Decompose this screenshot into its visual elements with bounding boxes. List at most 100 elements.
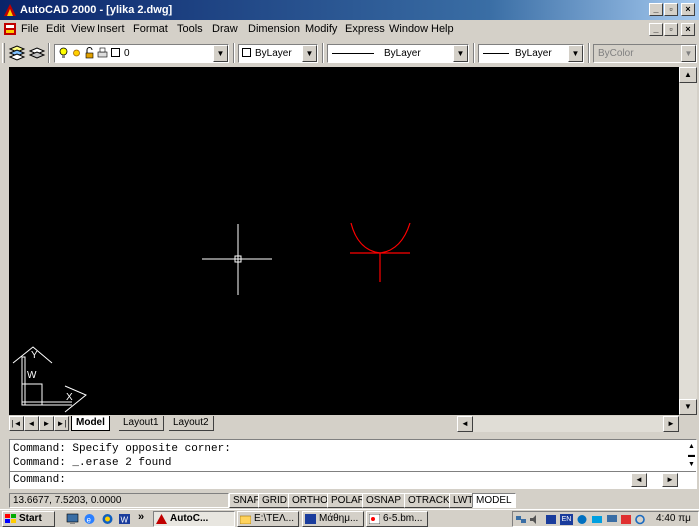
windows-logo-icon <box>5 514 16 523</box>
document-icon[interactable] <box>3 22 17 36</box>
messenger-icon[interactable] <box>576 514 588 525</box>
lock-icon <box>85 47 94 59</box>
ortho-toggle[interactable]: ORTHO <box>288 493 332 508</box>
layer-control-dropdown[interactable]: 0 ▼ <box>54 44 229 63</box>
menu-express[interactable]: Express <box>345 23 385 35</box>
tray-app-icon[interactable] <box>591 514 603 525</box>
title-bar[interactable]: AutoCAD 2000 - [ylika 2.dwg] _ ▫ × <box>0 0 699 20</box>
osnap-toggle[interactable]: OSNAP <box>362 493 406 508</box>
internet-explorer-icon[interactable]: e <box>83 513 96 525</box>
layer-previous-icon[interactable] <box>28 43 46 61</box>
ucs-icon <box>12 346 87 413</box>
taskbar-task-word[interactable]: Μάθημ... <box>302 511 364 527</box>
menu-view[interactable]: View <box>71 23 95 35</box>
current-layer-name: 0 <box>124 48 130 59</box>
linetype-preview <box>332 53 374 54</box>
quicklaunch-chevron[interactable]: » <box>138 511 144 523</box>
linetype-dropdown-arrow[interactable]: ▼ <box>453 45 468 62</box>
linetype-value: ByLayer <box>384 48 421 59</box>
model-toggle[interactable]: MODEL <box>472 493 516 508</box>
window-title: AutoCAD 2000 - [ylika 2.dwg] <box>20 4 173 16</box>
task-label: E:\ΤΕΛ... <box>254 513 295 524</box>
plotstyle-control-dropdown[interactable]: ByColor ▼ <box>593 44 697 63</box>
scroll-down-button[interactable]: ▼ <box>679 399 697 415</box>
toolbar-separator <box>48 43 50 63</box>
cmd-scroll-left-button[interactable]: ◄ <box>631 473 647 487</box>
toolbar-grip[interactable] <box>2 43 5 63</box>
tray-sync-icon[interactable] <box>634 514 646 525</box>
ucs-y-label: Y <box>31 350 38 361</box>
drawing-svg <box>12 222 411 413</box>
tab-first-button[interactable]: |◄ <box>9 416 24 431</box>
folder-icon <box>240 515 251 524</box>
menu-format[interactable]: Format <box>133 23 168 35</box>
volume-icon[interactable] <box>529 514 541 525</box>
grid-toggle[interactable]: GRID <box>258 493 291 508</box>
linetype-control-dropdown[interactable]: ByLayer ▼ <box>327 44 469 63</box>
show-desktop-icon[interactable] <box>66 513 79 525</box>
layout-tabs-row: |◄ ◄ ► ►| Model Layout1 Layout2 ◄ ► <box>9 415 697 433</box>
antivirus-icon[interactable] <box>545 514 557 525</box>
doc-close-button[interactable]: × <box>681 23 695 36</box>
scroll-right-button[interactable]: ► <box>663 416 679 432</box>
plotstyle-dropdown-arrow[interactable]: ▼ <box>681 45 696 62</box>
layer-dropdown-arrow[interactable]: ▼ <box>213 45 228 62</box>
system-tray: EN 4:40 πμ <box>512 511 699 527</box>
language-indicator[interactable]: EN <box>560 514 573 525</box>
tab-last-button[interactable]: ►| <box>54 416 69 431</box>
restore-button[interactable]: ▫ <box>664 3 678 16</box>
menu-dimension[interactable]: Dimension <box>248 23 300 35</box>
autocad-task-icon <box>156 514 167 524</box>
minimize-button[interactable]: _ <box>649 3 663 16</box>
toolbar-separator <box>233 43 235 63</box>
menu-modify[interactable]: Modify <box>305 23 337 35</box>
start-label: Start <box>19 513 42 524</box>
lineweight-value: ByLayer <box>515 48 552 59</box>
lineweight-control-dropdown[interactable]: ByLayer ▼ <box>478 44 584 63</box>
command-divider <box>10 471 696 472</box>
taskbar-task-autocad[interactable]: AutoC... <box>153 511 235 527</box>
word-icon[interactable]: W <box>118 513 131 525</box>
lineweight-dropdown-arrow[interactable]: ▼ <box>568 45 583 62</box>
doc-restore-button[interactable]: ▫ <box>664 23 678 36</box>
taskbar-task-folder[interactable]: E:\ΤΕΛ... <box>237 511 299 527</box>
status-bar: 13.6677, 7.5203, 0.0000 SNAP GRID ORTHO … <box>0 492 699 509</box>
tab-layout1[interactable]: Layout1 <box>119 416 164 431</box>
scroll-left-button[interactable]: ◄ <box>457 416 473 432</box>
tab-model[interactable]: Model <box>71 416 110 431</box>
tray-shield-icon[interactable] <box>620 514 632 525</box>
menu-tools[interactable]: Tools <box>177 23 203 35</box>
tab-next-button[interactable]: ► <box>39 416 54 431</box>
menu-window[interactable]: Window <box>389 23 428 35</box>
lineweight-preview <box>483 53 509 54</box>
command-window[interactable]: Command: Specify opposite corner: Comman… <box>9 439 697 489</box>
command-prompt-input[interactable]: Command: <box>13 474 66 486</box>
drawing-canvas[interactable]: Y W X <box>9 67 679 415</box>
outlook-icon[interactable] <box>101 513 114 525</box>
menu-insert[interactable]: Insert <box>97 23 125 35</box>
scroll-up-button[interactable]: ▲ <box>679 67 697 83</box>
close-button[interactable]: × <box>681 3 695 16</box>
tab-prev-button[interactable]: ◄ <box>24 416 39 431</box>
svg-text:e: e <box>87 516 92 525</box>
horizontal-scrollbar[interactable]: ◄ ► <box>457 416 679 432</box>
coordinate-display[interactable]: 13.6677, 7.5203, 0.0000 <box>9 493 229 508</box>
menu-file[interactable]: File <box>21 23 39 35</box>
menu-help[interactable]: Help <box>431 23 454 35</box>
start-button[interactable]: Start <box>2 511 55 527</box>
cmd-scroll-right-button[interactable]: ► <box>662 473 678 487</box>
network-icon[interactable] <box>515 514 527 525</box>
autocad-app-icon[interactable] <box>3 3 17 17</box>
menu-draw[interactable]: Draw <box>212 23 238 35</box>
menu-edit[interactable]: Edit <box>46 23 65 35</box>
otrack-toggle[interactable]: OTRACK <box>404 493 454 508</box>
color-control-dropdown[interactable]: ByLayer ▼ <box>238 44 318 63</box>
color-dropdown-arrow[interactable]: ▼ <box>302 45 317 62</box>
vertical-scrollbar[interactable]: ▲ ▼ <box>679 67 697 415</box>
cmd-vertical-scroll[interactable]: ▲ ▬ ▼ <box>687 442 696 470</box>
layers-icon[interactable] <box>8 43 26 61</box>
taskbar-task-paint[interactable]: 6-5.bm... <box>366 511 428 527</box>
doc-minimize-button[interactable]: _ <box>649 23 663 36</box>
tray-monitor-icon[interactable] <box>606 514 618 525</box>
tab-layout2[interactable]: Layout2 <box>169 416 214 431</box>
